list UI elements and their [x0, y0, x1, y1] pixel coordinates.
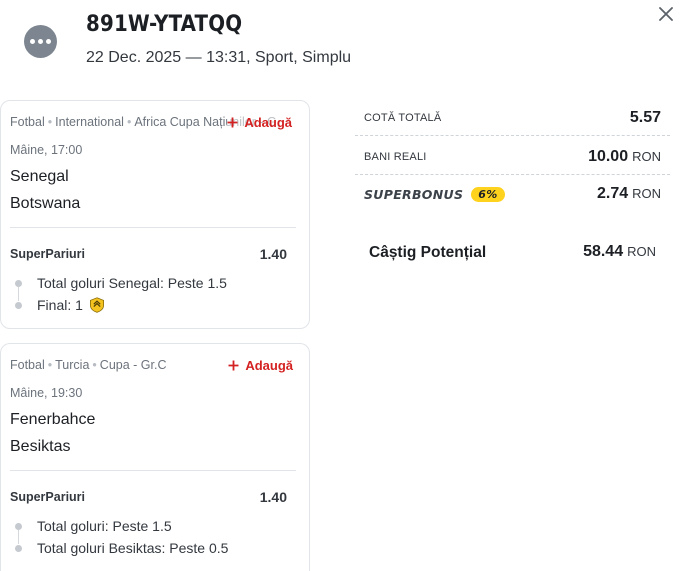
superbonus-badge: 6% — [471, 186, 505, 202]
total-odds-row: COTĂ TOTALĂ 5.57 — [355, 100, 670, 136]
currency-label: RON — [632, 148, 661, 164]
event-card: Fotbal • International • Africa Cupa Națiuni… — [0, 100, 310, 329]
event-time: Mâine, 19:30 — [10, 386, 83, 400]
selection-item: Total goluri Senegal: Peste 1.5 — [37, 275, 227, 291]
plus-icon — [228, 360, 239, 371]
market-odd: 1.40 — [259, 489, 287, 505]
event-time: Mâine, 17:00 — [10, 143, 83, 157]
home-team: Fenerbahce — [10, 411, 96, 428]
more-dots-icon[interactable] — [24, 25, 57, 58]
sport-label: Fotbal — [10, 115, 45, 129]
timeline-line — [18, 287, 19, 301]
add-button[interactable]: Adaugă — [227, 115, 292, 130]
competition-label: Cupa - Gr.C — [99, 358, 167, 372]
divider — [10, 470, 296, 471]
country-label: Turcia — [55, 358, 90, 372]
total-odds-label: COTĂ TOTALĂ — [364, 111, 442, 124]
divider — [10, 227, 296, 228]
stake-label: BANI REALI — [364, 150, 427, 163]
timeline-dot — [15, 302, 22, 309]
stake-row: BANI REALI 10.00 RON — [355, 139, 670, 175]
event-card: Fotbal • Turcia • Cupa - Gr.C Adaugă Mâine, … — [0, 343, 310, 571]
timeline-dot — [15, 523, 22, 530]
market-name: SuperPariuri — [10, 490, 86, 504]
potential-win-value: 58.44 RON — [583, 243, 656, 260]
close-icon[interactable] — [656, 4, 676, 24]
sport-label: Fotbal — [10, 358, 45, 372]
selection-item: Total goluri Besiktas: Peste 0.5 — [37, 540, 229, 556]
timeline-line — [18, 530, 19, 544]
currency-label: RON — [632, 186, 661, 201]
add-button[interactable]: Adaugă — [228, 358, 293, 373]
superbonus-row: SUPERBONUS 6% 2.74 RON — [355, 176, 670, 212]
boost-shield-icon — [89, 297, 105, 313]
market-odd: 1.40 — [259, 246, 287, 262]
potential-win-label: Câștig Potențial — [369, 244, 487, 261]
superbonus-value: 2.74 — [596, 185, 629, 202]
timeline-dot — [15, 545, 22, 552]
total-odds-value: 5.57 — [629, 108, 661, 126]
timeline-dot — [15, 280, 22, 287]
add-label: Adaugă — [244, 115, 292, 130]
currency-label: RON — [627, 244, 656, 259]
selection-item: Total goluri: Peste 1.5 — [37, 518, 172, 534]
home-team: Senegal — [10, 168, 69, 185]
ticket-code: 891W-YTATQQ — [86, 12, 243, 37]
away-team: Besiktas — [10, 438, 71, 455]
selection-item: Final: 1 — [37, 297, 105, 313]
plus-icon — [227, 117, 238, 128]
add-label: Adaugă — [245, 358, 293, 373]
ticket-meta: 22 Dec. 2025 — 13:31, Sport, Simplu — [86, 49, 352, 66]
superbonus-label: SUPERBONUS — [364, 186, 464, 202]
stake-value: 10.00 — [588, 147, 629, 165]
market-name: SuperPariuri — [10, 247, 86, 261]
country-label: International — [55, 115, 124, 129]
away-team: Botswana — [10, 195, 81, 212]
